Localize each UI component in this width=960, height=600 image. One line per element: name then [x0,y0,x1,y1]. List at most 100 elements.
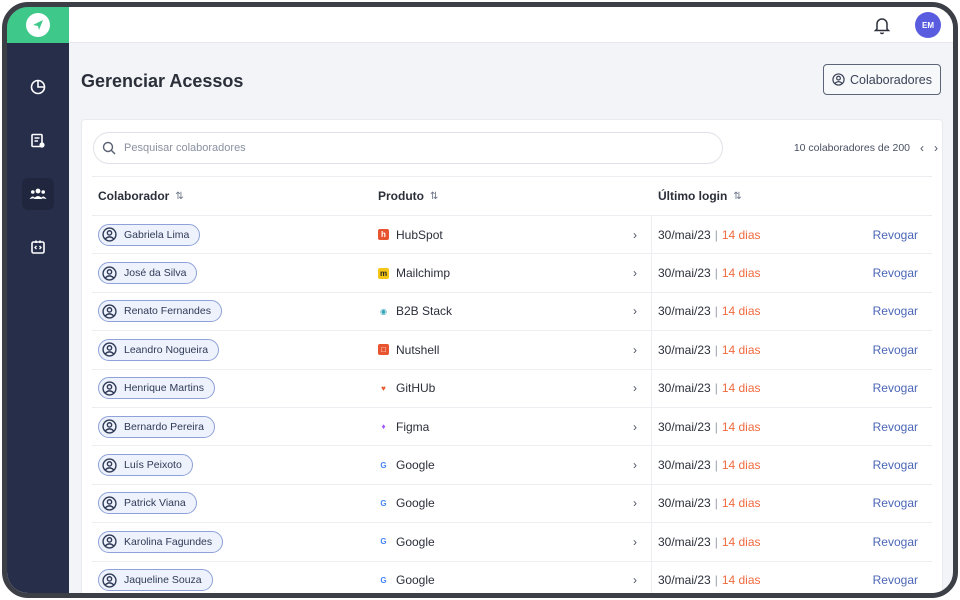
collaborators-button-label: Colaboradores [850,72,932,87]
sidebar-item-users[interactable] [22,178,54,210]
sidebar-item-integrations[interactable] [22,231,54,263]
collaborator-name: Karolina Fagundes [124,535,213,548]
google-icon: G [378,574,389,586]
column-product[interactable]: Produto ⇅ [372,189,652,203]
sidebar [7,7,69,593]
product-name: Figma [396,419,430,434]
chevron-right-icon[interactable]: › [633,458,637,472]
chevron-right-icon[interactable]: › [633,496,637,510]
chevron-right-icon[interactable]: › [633,228,637,242]
collaborator-cell: Jaqueline Souza [92,562,372,593]
collaborator-chip[interactable]: Gabriela Lima [98,223,201,246]
table-row: Gabriela Lima h HubSpot › 30/mai/23 | 14 d… [92,216,932,255]
product-name: Google [396,573,435,588]
collaborator-chip[interactable]: Karolina Fagundes [98,530,224,553]
column-last-login[interactable]: Último login ⇅ [652,189,932,203]
collaborator-chip[interactable]: Luís Peixoto [98,454,193,477]
login-days: 14 dias [721,342,761,357]
revoke-button[interactable]: Revogar [873,228,918,242]
product-cell[interactable]: ◉ B2B Stack › [372,292,652,331]
sidebar-item-dashboard[interactable] [22,71,54,103]
product-cell[interactable]: □ Nutshell › [372,331,652,369]
google-icon: G [378,459,389,471]
search-input[interactable] [124,142,704,154]
revoke-button[interactable]: Revogar [873,496,918,510]
collaborator-chip[interactable]: Jaqueline Souza [98,569,213,592]
login-days: 14 dias [721,534,761,549]
revoke-button[interactable]: Revogar [873,343,918,357]
user-circle-icon [102,381,117,396]
revoke-button[interactable]: Revogar [873,304,918,318]
login-days: 14 dias [721,266,761,281]
user-circle-icon [102,573,117,588]
chevron-right-icon[interactable]: › [633,343,637,357]
collaborator-chip[interactable]: Bernardo Pereira [98,415,215,438]
collaborator-chip[interactable]: Leandro Nogueira [98,338,220,361]
collaborator-cell: Leandro Nogueira [92,331,372,368]
login-date: 30/mai/23 [658,573,711,588]
chevron-right-icon[interactable]: › [633,381,637,395]
google-icon: G [378,497,389,509]
collaborator-name: Bernardo Pereira [124,420,204,433]
user-circle-icon [102,496,117,511]
login-days: 14 dias [721,573,761,588]
login-date: 30/mai/23 [658,304,711,319]
product-cell[interactable]: ♦ Figma › [372,407,652,446]
product-cell[interactable]: h HubSpot › [372,216,652,254]
chevron-right-icon[interactable]: › [633,266,637,280]
revoke-button[interactable]: Revogar [873,535,918,549]
revoke-button[interactable]: Revogar [873,420,918,434]
product-cell[interactable]: G Google › [372,484,652,523]
column-label: Colaborador [98,189,170,203]
sort-icon[interactable]: ⇅ [175,191,183,202]
topbar: EM [69,7,953,43]
product-name: GitHUb [396,381,436,396]
chevron-right-icon[interactable]: › [633,535,637,549]
product-name: Google [396,458,435,473]
logo[interactable] [7,7,69,43]
chevron-right-icon[interactable]: › [934,141,938,155]
product-cell[interactable]: G Google › [372,446,652,484]
column-label: Último login [658,189,728,203]
user-circle-icon [102,457,117,473]
collaborators-button[interactable]: Colaboradores [823,64,941,95]
last-login-cell: 30/mai/23 | 14 dias Revogar [658,266,918,281]
collaborator-chip[interactable]: José da Silva [98,262,198,285]
chevron-right-icon[interactable]: › [633,304,637,318]
chevron-right-icon[interactable]: › [633,573,637,587]
collaborator-cell: Henrique Martins [92,370,372,407]
sort-icon[interactable]: ⇅ [733,191,741,202]
sort-icon[interactable]: ⇅ [430,191,438,202]
nutshell-icon: □ [378,344,389,356]
login-date: 30/mai/23 [658,419,711,434]
page-title: Gerenciar Acessos [81,71,244,91]
login-date: 30/mai/23 [658,534,711,549]
revoke-button[interactable]: Revogar [873,381,918,395]
product-cell[interactable]: G Google › [372,523,652,561]
login-date: 30/mai/23 [658,496,711,511]
search-box[interactable] [93,132,723,164]
user-circle-icon [102,342,117,357]
table-row: José da Silva m Mailchimp › 30/mai/23 | 14… [92,254,932,293]
revoke-button[interactable]: Revogar [873,266,918,280]
revoke-button[interactable]: Revogar [873,573,918,587]
avatar[interactable]: EM [915,12,941,38]
bell-icon[interactable] [873,15,891,35]
gitlab-icon: ♥ [378,382,389,394]
login-days: 14 dias [721,458,761,473]
collaborator-chip[interactable]: Patrick Viana [98,492,197,515]
sidebar-item-reports[interactable] [22,125,54,157]
revoke-button[interactable]: Revogar [873,458,918,472]
collaborator-chip[interactable]: Renato Fernandes [98,300,222,323]
collaborator-chip[interactable]: Henrique Martins [98,377,215,400]
product-cell[interactable]: m Mailchimp › [372,254,652,292]
column-collaborator[interactable]: Colaborador ⇅ [92,189,372,203]
collaborator-cell: Patrick Viana [92,485,372,522]
chevron-left-icon[interactable]: ‹ [920,141,924,155]
product-cell[interactable]: ♥ GitHUb › [372,369,652,407]
chevron-right-icon[interactable]: › [633,420,637,434]
product-cell[interactable]: G Google › [372,561,652,593]
users-icon [29,188,47,199]
access-table: Colaborador ⇅ Produto ⇅ Último login ⇅ G… [92,176,932,593]
login-date: 30/mai/23 [658,227,711,242]
